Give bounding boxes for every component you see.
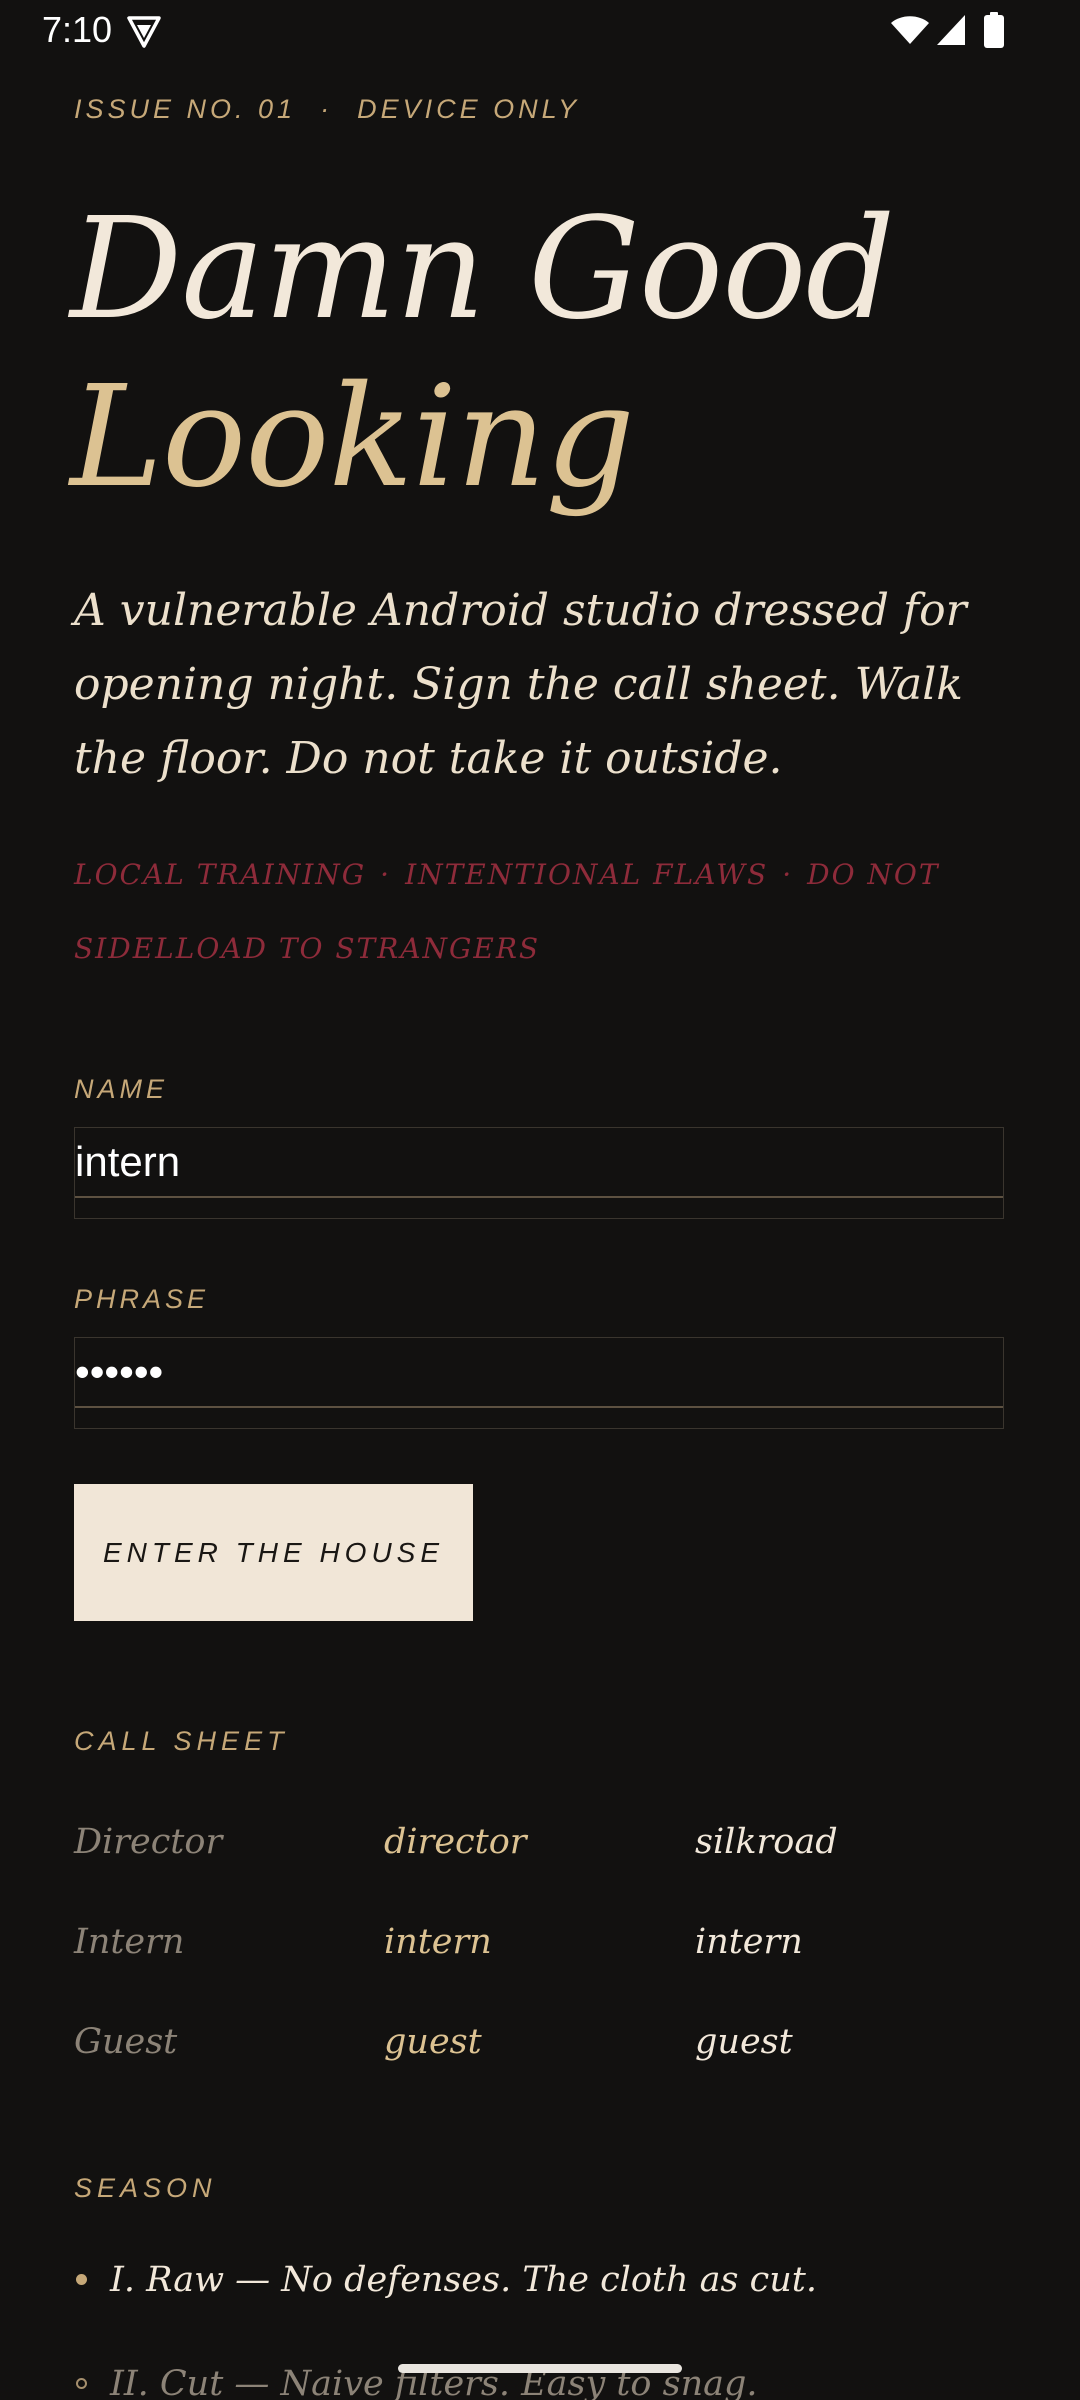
name-input[interactable] — [75, 1128, 1003, 1198]
signal-icon — [937, 15, 965, 45]
name-label: NAME — [74, 1074, 169, 1104]
season-item: I. Raw — No defenses. The cloth as cut. — [74, 2250, 1034, 2310]
call-sheet-username: intern — [384, 1922, 492, 1962]
warning-notice: LOCAL TRAINING · INTENTIONAL FLAWS · DO NOT … — [74, 838, 1034, 986]
page-title-line-1: Damn Good — [70, 188, 895, 351]
home-indicator[interactable] — [398, 2364, 682, 2373]
issue-tag: DEVICE ONLY — [357, 94, 581, 124]
season-item: II. Cut — Naive filters. Easy to snag. — [74, 2354, 1034, 2400]
warning-part: LOCAL TRAINING — [74, 858, 367, 891]
season-item-text: I. Raw — No defenses. The cloth as cut. — [110, 2260, 817, 2300]
eyebrow-separator: · — [320, 94, 334, 124]
bullet-filled-icon — [76, 2274, 87, 2285]
status-time: 7:10 — [42, 9, 113, 50]
season-heading: SEASON — [74, 2173, 217, 2203]
warning-part: INTENTIONAL FLAWS — [405, 858, 769, 891]
call-sheet-role: Director — [74, 1822, 223, 1862]
wifi-icon — [891, 16, 929, 44]
call-sheet-username: guest — [384, 2022, 482, 2062]
phrase-field-box — [74, 1337, 1004, 1429]
bullet-hollow-icon — [76, 2378, 87, 2389]
enter-the-house-button[interactable]: ENTER THE HOUSE — [74, 1484, 473, 1621]
call-sheet-username: director — [384, 1822, 527, 1862]
call-sheet-row: Guest guest guest — [74, 2012, 1004, 2072]
vpn-icon — [127, 16, 161, 48]
call-sheet-role: Intern — [74, 1922, 185, 1962]
intro-paragraph: A vulnerable Android studio dressed for … — [74, 585, 967, 784]
phrase-label: PHRASE — [74, 1284, 210, 1314]
issue-number: ISSUE NO. 01 — [74, 94, 297, 124]
call-sheet-password: intern — [695, 1922, 803, 1962]
battery-icon — [984, 12, 1004, 48]
call-sheet-role: Guest — [74, 2022, 178, 2062]
call-sheet-password: silkroad — [695, 1822, 838, 1862]
warning-separator: · — [380, 858, 392, 891]
name-field-box — [74, 1127, 1004, 1219]
call-sheet-row: Director director silkroad — [74, 1812, 1004, 1872]
issue-eyebrow: ISSUE NO. 01 · DEVICE ONLY — [74, 94, 580, 125]
call-sheet-heading: CALL SHEET — [74, 1726, 289, 1756]
page-title-line-2: Looking — [70, 356, 635, 519]
call-sheet-password: guest — [695, 2022, 793, 2062]
season-item-text: II. Cut — Naive filters. Easy to snag. — [110, 2364, 758, 2400]
warning-separator: · — [782, 858, 794, 891]
call-sheet-row: Intern intern intern — [74, 1912, 1004, 1972]
phrase-input[interactable] — [75, 1338, 1003, 1408]
